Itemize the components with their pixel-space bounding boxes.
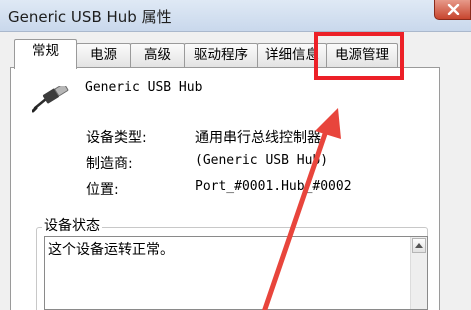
red-arrow-annotation <box>262 108 341 310</box>
